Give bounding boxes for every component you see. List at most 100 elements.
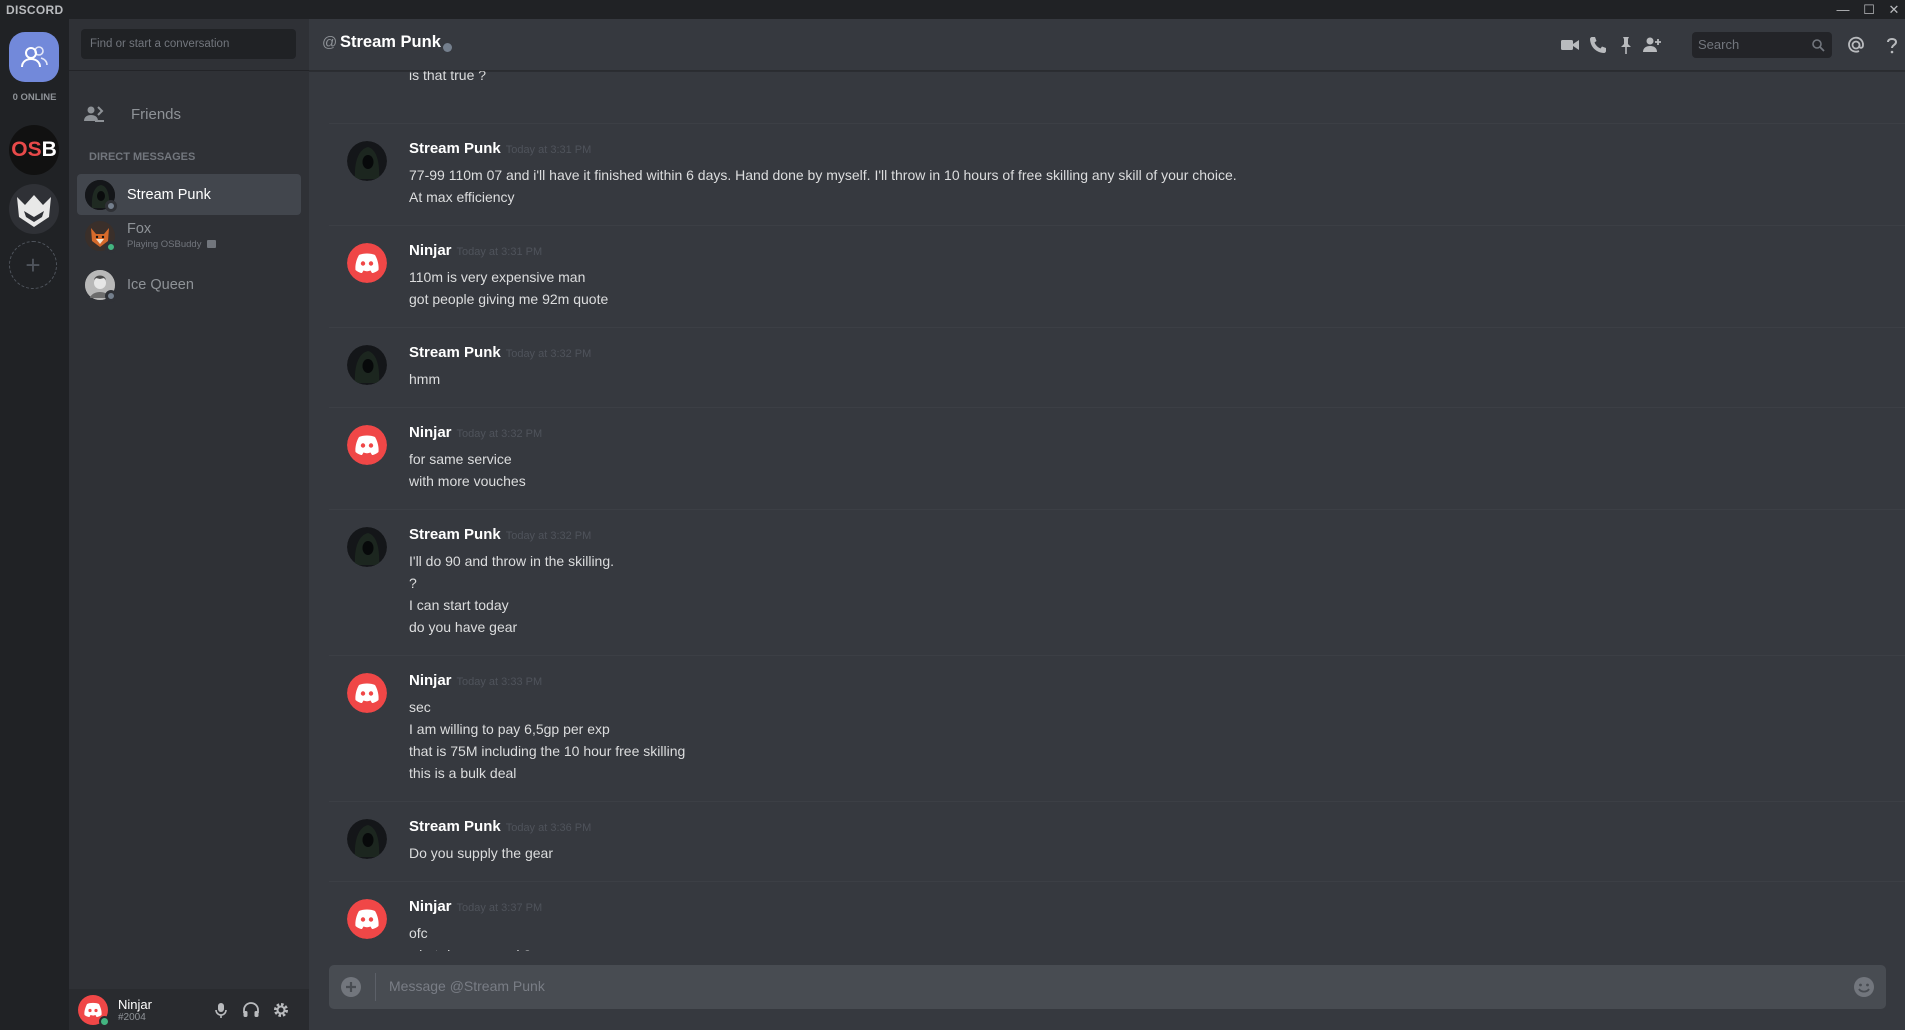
dm-sidebar: Find or start a conversation Friends DIR… <box>69 19 309 1030</box>
minimize-button[interactable]: — <box>1832 1 1854 18</box>
avatar <box>85 220 117 253</box>
author-name[interactable]: Ninjar <box>409 898 452 915</box>
author-avatar[interactable] <box>347 243 387 283</box>
timestamp: Today at 3:32 PM <box>505 530 592 542</box>
message-text: is that true ? <box>409 71 487 83</box>
author-name[interactable]: Ninjar <box>409 424 452 441</box>
timestamp: Today at 3:32 PM <box>456 428 543 440</box>
add-server-button[interactable]: + <box>9 241 57 289</box>
message-group: Ninjar Today at 3:33 PM sec I am willing to… <box>329 656 1905 802</box>
message-text: this is a bulk deal <box>409 765 517 781</box>
message-text: do you have gear <box>409 619 518 635</box>
avatar <box>85 179 117 212</box>
add-friend-icon[interactable] <box>1641 34 1663 56</box>
message-text: At max efficiency <box>409 189 515 205</box>
help-icon[interactable] <box>1881 34 1903 56</box>
osb-logo: OSB <box>11 138 57 161</box>
author-name[interactable]: Stream Punk <box>409 140 501 157</box>
message-group: Ninjar Today at 3:32 PM for same service wi… <box>329 408 1905 510</box>
microphone-icon[interactable] <box>211 1000 231 1020</box>
message-text: ? <box>409 575 417 591</box>
search-icon <box>1812 39 1825 52</box>
dm-item-fox[interactable]: Fox Playing OSBuddy <box>77 215 301 256</box>
author-avatar[interactable] <box>347 673 387 713</box>
title-bar: DISCORD — ☐ ✕ <box>0 0 1905 19</box>
discord-app: DISCORD — ☐ ✕ 0 ONLINE OSB + Find or sta… <box>0 0 1905 1030</box>
maximize-button[interactable]: ☐ <box>1858 1 1880 18</box>
pin-icon[interactable] <box>1615 34 1637 56</box>
user-panel: Ninjar #2004 <box>69 989 309 1030</box>
message-text: sec <box>409 699 431 715</box>
status-offline <box>105 289 117 302</box>
message-text: I can start today <box>409 597 509 613</box>
server-osb[interactable]: OSB <box>9 125 59 175</box>
friends-nav-item[interactable]: Friends <box>77 94 299 134</box>
message-text: Do you supply the gear <box>409 845 553 861</box>
timestamp: Today at 3:33 PM <box>456 676 543 688</box>
timestamp: Today at 3:31 PM <box>456 246 543 258</box>
message-text: I'll do 90 and throw in the skilling. <box>409 553 615 569</box>
message-text: I am willing to pay 6,5gp per exp <box>409 721 610 737</box>
author-avatar[interactable] <box>347 819 387 859</box>
divider <box>375 973 376 1001</box>
author-avatar[interactable] <box>347 425 387 465</box>
discord-logo: DISCORD <box>6 3 64 17</box>
status-offline <box>105 199 117 212</box>
timestamp: Today at 3:31 PM <box>505 144 592 156</box>
dm-name: Stream Punk <box>127 186 211 203</box>
search-placeholder: Search <box>1698 37 1740 52</box>
timestamp: Today at 3:37 PM <box>456 902 543 914</box>
mention-icon[interactable] <box>1845 34 1867 56</box>
message-text: with more vouches <box>409 473 526 489</box>
author-name[interactable]: Stream Punk <box>409 818 501 835</box>
message-text: hmm <box>409 371 441 387</box>
author-avatar[interactable] <box>347 345 387 385</box>
channel-header: @ Stream Punk Search <box>309 19 1905 71</box>
dm-name: Fox <box>127 221 152 237</box>
message-group: Stream Punk Today at 3:36 PM Do you supply… <box>329 802 1905 882</box>
direct-messages-header: DIRECT MESSAGES <box>89 151 196 163</box>
message-group: Ninjar Today at 3:37 PM ofc what do you nee… <box>329 882 1905 951</box>
author-name[interactable]: Ninjar <box>409 242 452 259</box>
message-group: Ninjar Today at 3:31 PM 110m is very expen… <box>329 226 1905 328</box>
conversation-search[interactable]: Find or start a conversation <box>81 29 296 59</box>
emoji-icon[interactable] <box>1852 975 1876 999</box>
timestamp: Today at 3:36 PM <box>505 822 592 834</box>
dm-item-ice-queen[interactable]: Ice Queen <box>77 264 301 305</box>
channel-title: Stream Punk <box>340 33 441 51</box>
message-text: what do you need ? <box>409 944 531 951</box>
message-composer[interactable]: Message @Stream Punk <box>329 965 1886 1009</box>
home-button[interactable] <box>9 32 59 82</box>
author-name[interactable]: Stream Punk <box>409 526 501 543</box>
headphones-icon[interactable] <box>241 1000 261 1020</box>
message-list: btw I said that I might have the right t… <box>309 71 1905 951</box>
author-name[interactable]: Ninjar <box>409 672 452 689</box>
author-name[interactable]: Stream Punk <box>409 344 501 361</box>
message-group: Stream Punk Today at 3:32 PM hmm <box>329 328 1905 408</box>
plus-icon: + <box>25 250 41 280</box>
server-shield[interactable] <box>9 184 59 234</box>
message-input[interactable]: Message @Stream Punk <box>389 978 545 994</box>
video-call-icon[interactable] <box>1559 34 1581 56</box>
author-avatar[interactable] <box>347 141 387 181</box>
settings-gear-icon[interactable] <box>271 1000 291 1020</box>
message-text: ofc <box>409 925 428 941</box>
author-avatar[interactable] <box>347 899 387 939</box>
close-button[interactable]: ✕ <box>1883 1 1905 18</box>
search-input[interactable]: Search <box>1692 32 1832 58</box>
author-avatar[interactable] <box>347 527 387 567</box>
message-group: btw I said that I might have the right t… <box>329 71 1905 124</box>
dm-item-stream-punk[interactable]: Stream Punk <box>77 174 301 215</box>
username: Ninjar <box>118 996 152 1012</box>
message-text: 77-99 110m 07 and i'll have it finished … <box>409 167 1237 183</box>
message-text: for same service <box>409 451 512 467</box>
message-group: Stream Punk Today at 3:31 PM 77-99 110m 07… <box>329 124 1905 226</box>
upload-plus-icon[interactable] <box>339 975 363 999</box>
user-avatar[interactable] <box>78 994 110 1027</box>
dm-activity: Playing OSBuddy <box>127 239 217 250</box>
dm-name: Ice Queen <box>127 276 194 293</box>
friends-icon <box>21 46 48 68</box>
voice-call-icon[interactable] <box>1587 34 1609 56</box>
message-text: that is 75M including the 10 hour free s… <box>409 743 686 759</box>
activity-text: Playing OSBuddy <box>127 239 202 250</box>
